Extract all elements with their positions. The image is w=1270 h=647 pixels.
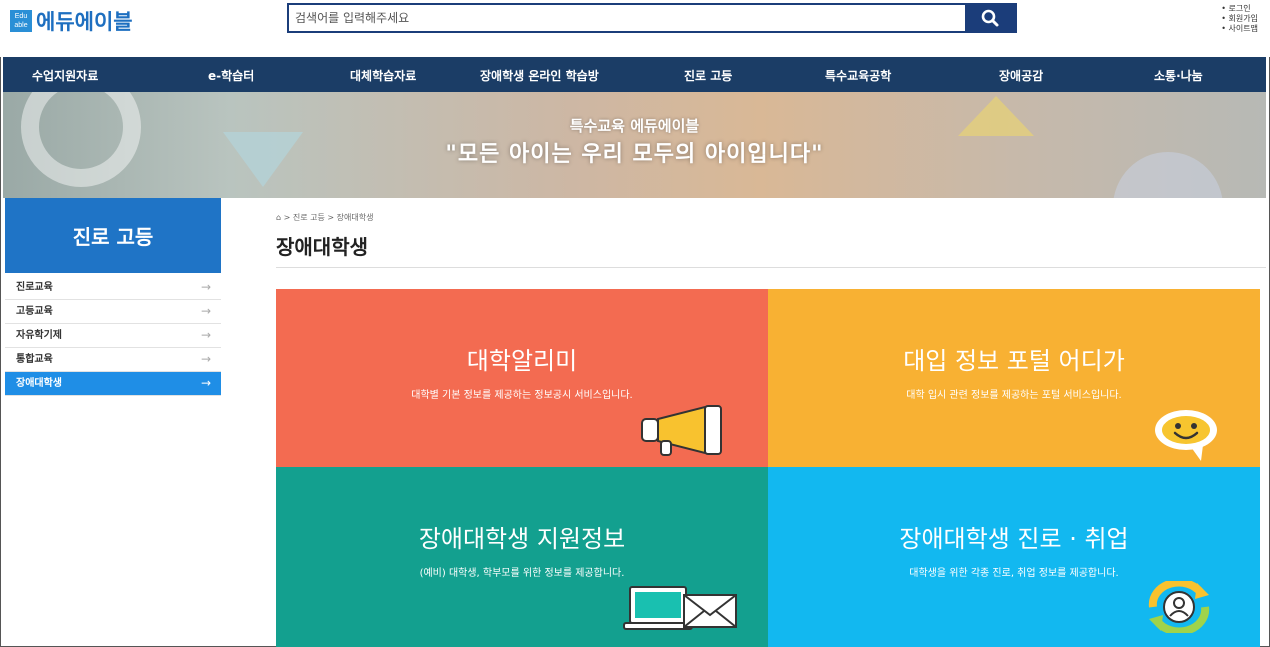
utility-links: 로그인 회원가입 사이트맵	[1221, 4, 1258, 34]
sidebar-item-label: 장애대학생	[16, 378, 62, 389]
sidebar-item-label: 통합교육	[16, 354, 53, 365]
sidebar-menu: 진로교육 → 고등교육 → 자유학기제 → 통합교육 → 장애대학생 →	[5, 276, 221, 396]
person-refresh-icon	[1148, 581, 1210, 633]
banner-title: "모든 아이는 우리 모두의 아이입니다"	[445, 142, 824, 167]
title-divider	[276, 267, 1266, 268]
logo-badge-line2: able	[14, 22, 28, 29]
sidebar-item-disabled-university-students[interactable]: 장애대학생 →	[5, 372, 221, 396]
megaphone-icon	[641, 405, 722, 456]
tile-title: 대학알리미	[466, 347, 578, 375]
main-nav: 수업지원자료 e-학습터 대체학습자료 장애학생 온라인 학습방 진로 고등 특…	[3, 57, 1266, 92]
page-title: 장애대학생	[276, 235, 368, 259]
tile-career-employment[interactable]: 장애대학생 진로 · 취업 대학생을 위한 각종 진로, 취업 정보를 제공합니…	[768, 467, 1260, 647]
tile-description: 대학생을 위한 각종 진로, 취업 정보를 제공합니다.	[909, 568, 1119, 579]
search-button[interactable]	[965, 5, 1015, 31]
nav-item-special-ed-tech[interactable]: 특수교육공학	[825, 67, 891, 84]
sidebar-item-free-semester[interactable]: 자유학기제 →	[5, 324, 221, 348]
logo-badge-line1: Edu	[14, 13, 28, 20]
tile-support-info[interactable]: 장애대학생 지원정보 (예비) 대학생, 학부모를 위한 정보를 제공합니다.	[276, 467, 768, 647]
search-bar	[287, 3, 1017, 33]
arrow-right-icon: →	[200, 376, 211, 390]
arrow-right-icon: →	[200, 280, 211, 294]
arrow-right-icon: →	[200, 352, 211, 366]
tile-admission-portal[interactable]: 대입 정보 포털 어디가 대학 입시 관련 정보를 제공하는 포털 서비스입니다…	[768, 289, 1260, 467]
tile-university-info[interactable]: 대학알리미 대학별 기본 정보를 제공하는 정보공시 서비스입니다.	[276, 289, 768, 467]
nav-item-online-classroom[interactable]: 장애학생 온라인 학습방	[480, 67, 599, 84]
tile-title: 대입 정보 포털 어디가	[903, 347, 1125, 375]
tile-description: 대학별 기본 정보를 제공하는 정보공시 서비스입니다.	[411, 390, 633, 401]
sidebar-item-label: 자유학기제	[16, 330, 62, 341]
arrow-right-icon: →	[200, 304, 211, 318]
smiley-speech-bubble-icon	[1155, 410, 1217, 461]
tile-title: 장애대학생 진로 · 취업	[899, 525, 1129, 553]
sidebar-item-career-education[interactable]: 진로교육 →	[5, 276, 221, 300]
logo-text: 에듀에이블	[36, 10, 133, 34]
tile-description: (예비) 대학생, 학부모를 위한 정보를 제공합니다.	[419, 568, 625, 579]
sidebar-item-label: 진로교육	[16, 282, 53, 293]
nav-item-alternative-learning[interactable]: 대체학습자료	[350, 67, 416, 84]
sidebar-item-higher-education[interactable]: 고등교육 →	[5, 300, 221, 324]
laptop-mail-icon	[623, 586, 737, 630]
sidebar-heading: 진로 고등	[5, 198, 221, 273]
site-header: Edu able 에듀에이블 로그인 회원가입 사이트맵	[0, 0, 1270, 57]
breadcrumb: ⌂ > 진로 고등 > 장애대학생	[276, 213, 374, 222]
logo-badge: Edu able	[10, 10, 32, 32]
arrow-right-icon: →	[200, 328, 211, 342]
sitemap-link[interactable]: 사이트맵	[1221, 24, 1258, 34]
nav-item-e-learning[interactable]: e-학습터	[208, 67, 254, 84]
tile-title: 장애대학생 지원정보	[418, 525, 626, 553]
nav-item-career-highschool[interactable]: 진로 고등	[684, 67, 732, 84]
hero-banner: 특수교육 에듀에이블 "모든 아이는 우리 모두의 아이입니다"	[3, 92, 1266, 198]
login-link[interactable]: 로그인	[1221, 4, 1258, 14]
nav-item-disability-empathy[interactable]: 장애공감	[999, 67, 1043, 84]
search-input[interactable]	[295, 7, 955, 29]
signup-link[interactable]: 회원가입	[1221, 14, 1258, 24]
banner-subtitle: 특수교육 에듀에이블	[569, 117, 700, 135]
nav-item-communication[interactable]: 소통·나눔	[1154, 67, 1203, 84]
sidebar-item-label: 고등교육	[16, 306, 53, 317]
sidebar-item-inclusive-education[interactable]: 통합교육 →	[5, 348, 221, 372]
search-icon	[981, 9, 999, 27]
tile-description: 대학 입시 관련 정보를 제공하는 포털 서비스입니다.	[906, 390, 1122, 401]
nav-item-class-support[interactable]: 수업지원자료	[32, 67, 98, 84]
site-logo[interactable]: Edu able 에듀에이블	[10, 6, 133, 36]
